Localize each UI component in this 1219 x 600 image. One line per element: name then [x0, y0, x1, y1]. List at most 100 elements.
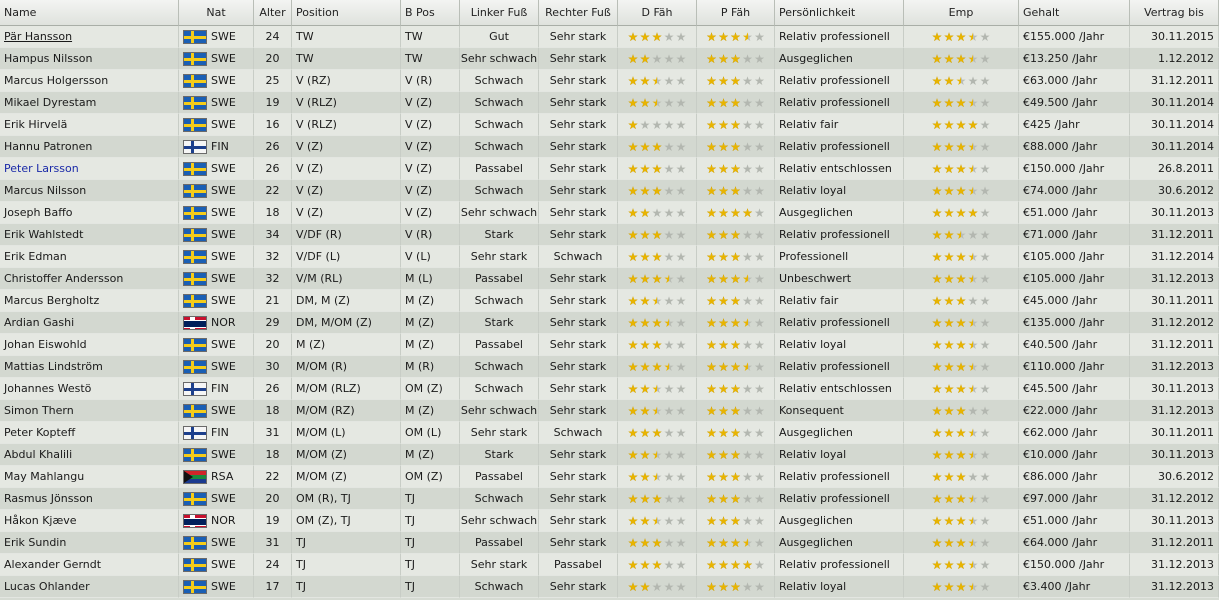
player-name-cell[interactable]: Peter Larsson	[0, 158, 179, 180]
star-icon: ★	[627, 183, 639, 198]
player-name[interactable]: Marcus Nilsson	[4, 184, 86, 197]
star-icon: ★	[675, 403, 687, 418]
right-foot-cell: Sehr stark	[539, 26, 618, 48]
star-icon: ★	[754, 205, 765, 220]
player-name-cell[interactable]: Alexander Gerndt	[0, 554, 179, 576]
player-name[interactable]: Johan Eiswohld	[4, 338, 87, 351]
player-name[interactable]: Erik Sundin	[4, 536, 66, 549]
star-icon: ★	[742, 337, 753, 352]
player-name-cell[interactable]: Abdul Khalili	[0, 444, 179, 466]
player-name-cell[interactable]: Johan Eiswohld	[0, 334, 179, 356]
personality-cell: Relativ entschlossen	[775, 158, 904, 180]
player-name[interactable]: Joseph Baffo	[4, 206, 73, 219]
player-name[interactable]: Hannu Patronen	[4, 140, 92, 153]
contract-cell: 30.11.2014	[1130, 136, 1219, 158]
player-name-cell[interactable]: Simon Thern	[0, 400, 179, 422]
header-vertrag-bis[interactable]: Vertrag bis	[1130, 0, 1219, 26]
player-name-cell[interactable]: Peter Kopteff	[0, 422, 179, 444]
player-name[interactable]: May Mahlangu	[4, 470, 84, 483]
player-name[interactable]: Peter Kopteff	[4, 426, 75, 439]
age-cell: 31	[254, 422, 292, 444]
rating-stars: ★ ★ ★ ★ ★	[931, 405, 991, 417]
player-name-cell[interactable]: Marcus Holgersson	[0, 70, 179, 92]
contract-cell: 30.11.2011	[1130, 422, 1219, 444]
nationality-code: SWE	[211, 96, 236, 109]
player-name-cell[interactable]: Pär Hansson	[0, 26, 179, 48]
header-nat[interactable]: Nat	[179, 0, 254, 26]
star-icon: ★	[718, 249, 729, 264]
player-name[interactable]: Abdul Khalili	[4, 448, 72, 461]
rating-stars: ★ ★ ★ ★ ★	[931, 295, 991, 307]
position-cell: V (RZ)	[292, 70, 401, 92]
player-name-cell[interactable]: Mikael Dyrestam	[0, 92, 179, 114]
header-position[interactable]: Position	[292, 0, 401, 26]
player-name[interactable]: Marcus Holgersson	[4, 74, 108, 87]
header-name[interactable]: Name	[0, 0, 179, 26]
player-name[interactable]: Hampus Nilsson	[4, 52, 92, 65]
header-p-faeh[interactable]: P Fäh	[697, 0, 775, 26]
age-cell: 19	[254, 92, 292, 114]
star-icon: ★	[663, 249, 675, 264]
player-name-cell[interactable]: Marcus Bergholtz	[0, 290, 179, 312]
player-name-cell[interactable]: Erik Sundin	[0, 532, 179, 554]
star-icon: ★	[730, 381, 741, 396]
star-icon: ★	[627, 381, 639, 396]
player-name-cell[interactable]: Håkon Kjæve	[0, 510, 179, 532]
player-name[interactable]: Erik Wahlstedt	[4, 228, 83, 241]
player-name[interactable]: Ardian Gashi	[4, 316, 74, 329]
header-alter[interactable]: Alter	[254, 0, 292, 26]
star-icon: ★	[730, 535, 741, 550]
player-name[interactable]: Johannes Westö	[4, 382, 91, 395]
player-name[interactable]: Håkon Kjæve	[4, 514, 77, 527]
player-name-cell[interactable]: Rasmus Jönsson	[0, 488, 179, 510]
header-d-faeh[interactable]: D Fäh	[618, 0, 697, 26]
star-icon: ★	[979, 535, 991, 550]
header-persoenlichkeit[interactable]: Persönlichkeit	[775, 0, 904, 26]
player-name-cell[interactable]: Ardian Gashi	[0, 312, 179, 334]
star-icon: ★	[943, 337, 955, 352]
header-linker-fuss[interactable]: Linker Fuß	[460, 0, 539, 26]
player-name-cell[interactable]: Mattias Lindström	[0, 356, 179, 378]
star-icon: ★	[979, 161, 991, 176]
player-name-cell[interactable]: Christoffer Andersson	[0, 268, 179, 290]
player-name[interactable]: Mattias Lindström	[4, 360, 103, 373]
player-name[interactable]: Mikael Dyrestam	[4, 96, 96, 109]
player-name[interactable]: Christoffer Andersson	[4, 272, 123, 285]
player-name[interactable]: Pär Hansson	[4, 30, 72, 43]
player-name[interactable]: Simon Thern	[4, 404, 74, 417]
player-name-cell[interactable]: Hannu Patronen	[0, 136, 179, 158]
player-name[interactable]: Erik Hirvelä	[4, 118, 67, 131]
player-name-cell[interactable]: Lucas Ohlander	[0, 576, 179, 598]
header-rechter-fuss[interactable]: Rechter Fuß	[539, 0, 618, 26]
star-icon: ★	[943, 73, 955, 88]
recommendation-cell: ★ ★ ★ ★ ★	[904, 422, 1019, 444]
player-name-cell[interactable]: Marcus Nilsson	[0, 180, 179, 202]
star-icon: ★	[639, 29, 651, 44]
star-icon: ★	[955, 359, 967, 374]
age-cell: 24	[254, 554, 292, 576]
player-name[interactable]: Erik Edman	[4, 250, 67, 263]
player-name-cell[interactable]: Erik Wahlstedt	[0, 224, 179, 246]
player-name[interactable]: Peter Larsson	[4, 162, 79, 175]
star-icon: ★	[706, 315, 717, 330]
player-name[interactable]: Alexander Gerndt	[4, 558, 101, 571]
header-emp[interactable]: Emp	[904, 0, 1019, 26]
player-name[interactable]: Marcus Bergholtz	[4, 294, 99, 307]
rating-stars: ★ ★ ★ ★ ★	[931, 383, 991, 395]
star-icon: ★	[742, 227, 753, 242]
header-bpos[interactable]: B Pos	[401, 0, 460, 26]
player-name[interactable]: Lucas Ohlander	[4, 580, 90, 593]
player-name[interactable]: Rasmus Jönsson	[4, 492, 93, 505]
nationality-code: SWE	[211, 558, 236, 571]
player-name-cell[interactable]: Johannes Westö	[0, 378, 179, 400]
star-icon: ★	[730, 315, 741, 330]
header-gehalt[interactable]: Gehalt	[1019, 0, 1130, 26]
player-name-cell[interactable]: Hampus Nilsson	[0, 48, 179, 70]
player-name-cell[interactable]: Erik Edman	[0, 246, 179, 268]
player-name-cell[interactable]: Erik Hirvelä	[0, 114, 179, 136]
flag-swe-icon	[183, 535, 207, 550]
player-name-cell[interactable]: May Mahlangu	[0, 466, 179, 488]
player-name-cell[interactable]: Joseph Baffo	[0, 202, 179, 224]
contract-cell: 30.11.2014	[1130, 92, 1219, 114]
salary-cell: €71.000 /Jahr	[1019, 224, 1130, 246]
